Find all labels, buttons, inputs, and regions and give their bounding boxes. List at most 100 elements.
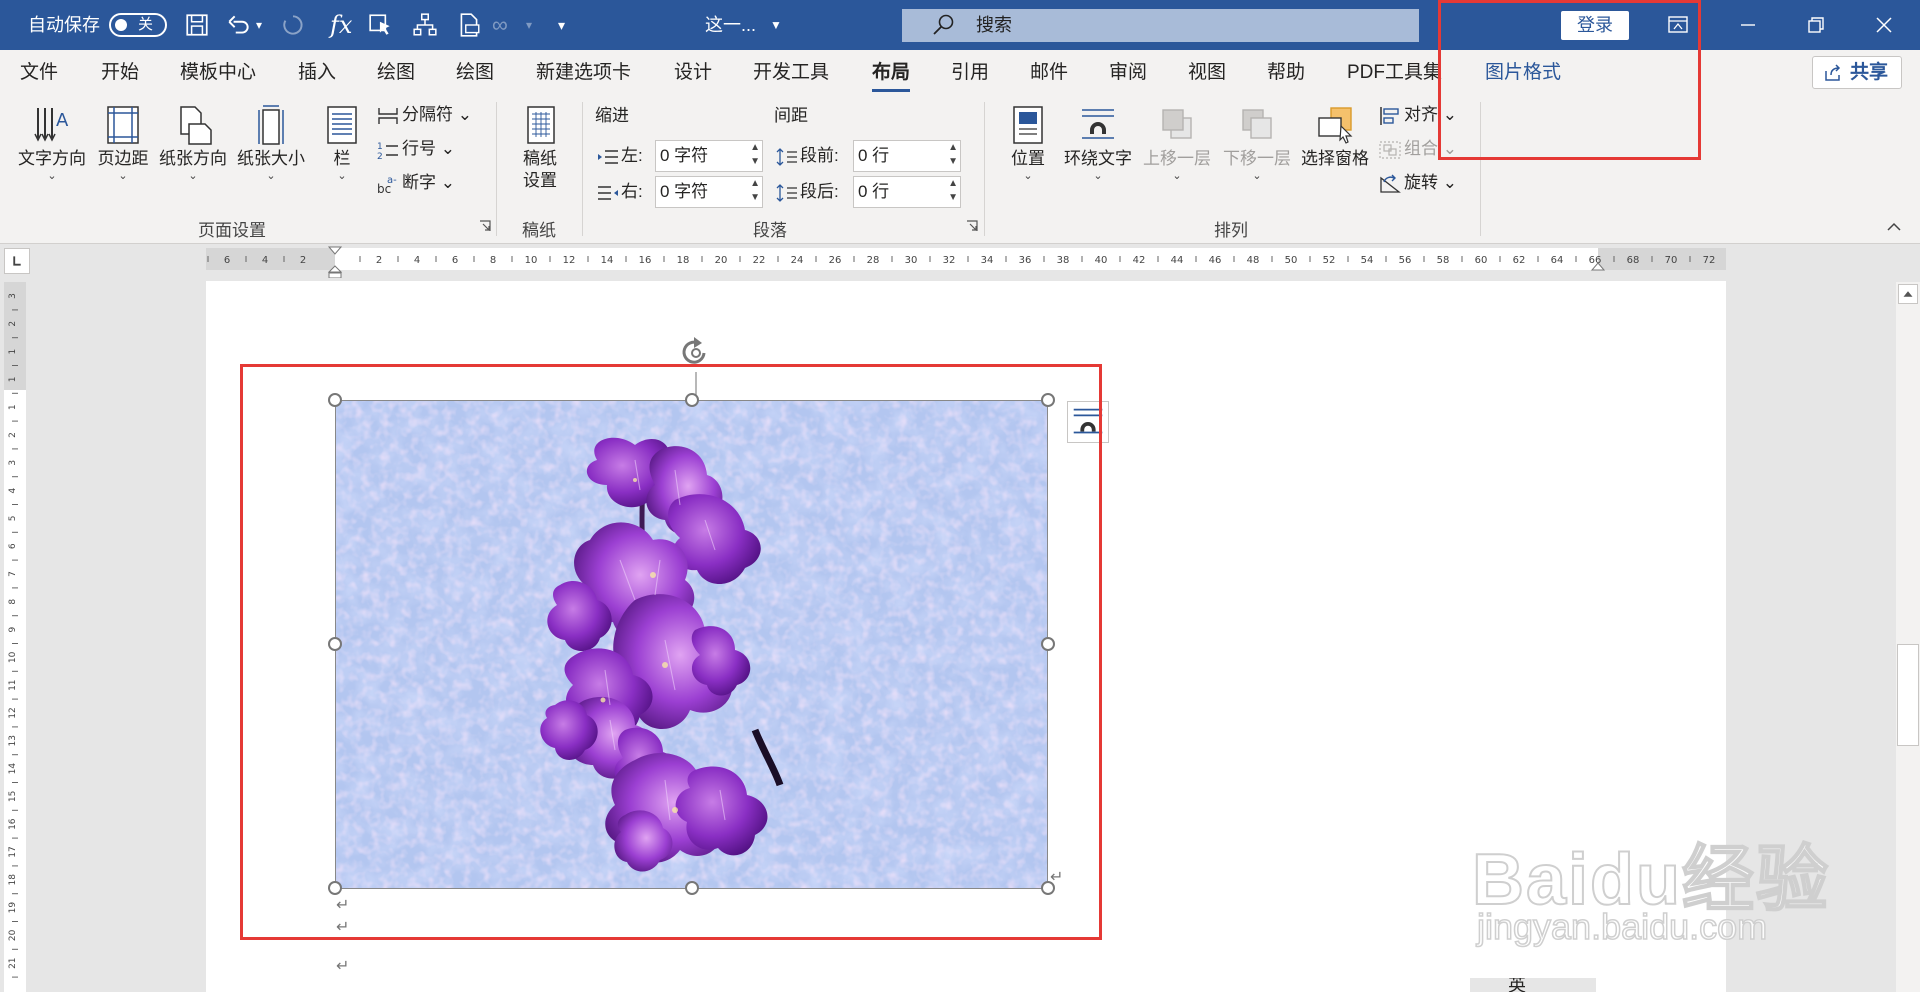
ruler-tick-label: 40 [1095, 255, 1108, 266]
spin-arrows-icon[interactable]: ▲ ▼ [948, 141, 958, 169]
ruler-tick-label: 16 [8, 818, 18, 830]
scroll-up-icon [1903, 291, 1913, 297]
ruler-tick-label: 50 [1285, 255, 1298, 266]
tab-file[interactable]: 文件 [20, 60, 58, 86]
hyphenation-button[interactable]: bc a- 断字 ⌄ [376, 171, 455, 195]
orientation-button[interactable]: 纸张方向 ⌄ [156, 104, 230, 182]
formula-icon[interactable]: fx [330, 0, 352, 50]
scrollbar-thumb[interactable] [1897, 644, 1919, 746]
document-title[interactable]: 这一... [705, 0, 756, 50]
tab-draw[interactable]: 绘图 [377, 60, 415, 86]
wrap-text-button[interactable]: 环绕文字 ⌄ [1058, 104, 1138, 182]
ruler-tick-label: 62 [1513, 255, 1526, 266]
tab-review[interactable]: 审阅 [1109, 60, 1147, 86]
document-export-icon[interactable] [456, 12, 482, 38]
send-backward-label: 下移一层 [1223, 149, 1291, 168]
indent-left-input[interactable]: 0 字符 ▲ ▼ [655, 140, 763, 172]
undo-icon[interactable] [226, 12, 252, 38]
tab-mailings[interactable]: 邮件 [1030, 60, 1068, 86]
margins-button[interactable]: 页边距 ⌄ [94, 104, 152, 182]
ruler-tick-label: 14 [8, 763, 18, 775]
size-label: 纸张大小 [237, 149, 305, 168]
autosave-toggle[interactable]: 关 [109, 13, 167, 37]
indent-right-input[interactable]: 0 字符 ▲ ▼ [655, 176, 763, 208]
ruler-tick-label: 1 [8, 404, 18, 410]
customize-toolbar-icon[interactable]: ▾ [558, 0, 565, 50]
ruler-tick-label: 70 [1665, 255, 1678, 266]
position-label: 位置 [1011, 149, 1045, 168]
ruler-tick-label: 52 [1323, 255, 1336, 266]
collapse-ribbon-icon[interactable] [1886, 220, 1902, 232]
tab-view[interactable]: 视图 [1188, 60, 1226, 86]
share-button[interactable]: 共享 [1812, 56, 1902, 89]
ruler-tick-label: 4 [414, 255, 420, 266]
ruler-tick-label: 58 [1437, 255, 1450, 266]
title-dropdown-icon[interactable]: ▼ [770, 0, 782, 50]
text-direction-button[interactable]: A 文字方向 ⌄ [12, 104, 92, 182]
tab-help[interactable]: 帮助 [1267, 60, 1305, 86]
vertical-scrollbar[interactable] [1896, 282, 1920, 992]
group-separator [582, 102, 583, 236]
ruler-tick-label: 64 [1551, 255, 1564, 266]
manuscript-settings-button[interactable]: 稿纸 设置 [508, 104, 572, 192]
position-icon [1013, 106, 1043, 144]
select-object-icon[interactable] [368, 12, 394, 38]
spin-arrows-icon[interactable]: ▲ ▼ [750, 141, 760, 169]
hyphenation-icon: bca- [377, 175, 397, 194]
tab-pdf-tools[interactable]: PDF工具集 [1347, 60, 1442, 86]
spacing-after-input[interactable]: 0 行 ▲ ▼ [853, 176, 961, 208]
columns-button[interactable]: 栏 ⌄ [318, 104, 366, 182]
tab-design[interactable]: 设计 [674, 60, 712, 86]
ruler-tick-label: 19 [8, 902, 18, 914]
indent-right-text: 右: [621, 182, 643, 201]
ruler-tick-label: 1 [8, 349, 18, 355]
search-box[interactable]: 搜索 [902, 9, 1419, 42]
ruler-tick-label: 38 [1057, 255, 1070, 266]
tab-home[interactable]: 开始 [101, 60, 139, 86]
scroll-up-button[interactable] [1898, 284, 1918, 304]
tab-template-center[interactable]: 模板中心 [180, 60, 256, 86]
close-icon[interactable] [1854, 0, 1914, 50]
tab-developer[interactable]: 开发工具 [753, 60, 829, 86]
horizontal-ruler-scale: 6 4 2 2 4 6 8 10 12 14 16 18 20 22 24 26 28 30 32 34 36 38 40 4… [207, 255, 1715, 266]
chevron-down-icon: ⌄ [1252, 170, 1262, 182]
minimize-icon[interactable] [1718, 0, 1778, 50]
tab-draw-2[interactable]: 绘图 [456, 60, 494, 86]
spacing-before-input[interactable]: 0 行 ▲ ▼ [853, 140, 961, 172]
spacing-before-label: 段前: [776, 140, 839, 172]
save-icon[interactable] [184, 12, 210, 38]
paragraph-launcher-icon[interactable] [966, 220, 978, 232]
ruler-tick-label: 32 [943, 255, 956, 266]
selection-pane-button[interactable]: 选择窗格 [1296, 104, 1374, 170]
indent-marker-icon[interactable] [328, 246, 342, 278]
undo-dropdown-icon[interactable]: ▾ [256, 0, 262, 50]
line-numbers-icon: 12 [377, 142, 398, 160]
paragraph-group-label: 段落 [753, 221, 787, 240]
tab-layout[interactable]: 布局 [872, 60, 911, 92]
orientation-icon [180, 106, 212, 145]
spin-arrows-icon[interactable]: ▲ ▼ [750, 177, 760, 205]
tab-new-tab[interactable]: 新建选项卡 [536, 60, 631, 86]
breaks-button[interactable]: 分隔符 ⌄ [376, 103, 472, 127]
chevron-down-icon: ⌄ [47, 170, 57, 182]
spin-arrows-icon[interactable]: ▲ ▼ [948, 177, 958, 205]
ime-indicator[interactable]: 英 [1508, 978, 1526, 992]
size-button[interactable]: 纸张大小 ⌄ [234, 104, 308, 182]
text-direction-label: 文字方向 [18, 149, 86, 168]
tab-references[interactable]: 引用 [951, 60, 989, 86]
position-button[interactable]: 位置 ⌄ [1000, 104, 1056, 182]
horizontal-ruler[interactable]: 6 4 2 2 4 6 8 10 12 14 16 18 20 22 24 26 28 30 32 34 36 38 40 4… [206, 246, 1726, 278]
org-chart-icon[interactable] [412, 12, 438, 38]
toggle-knob [115, 19, 127, 31]
line-numbers-button[interactable]: 1 2 行号 ⌄ [376, 137, 455, 161]
tab-selector[interactable] [4, 248, 30, 274]
svg-text:1: 1 [377, 142, 383, 152]
vertical-ruler[interactable]: 3 2 1 1 1 2 3 4 5 6 7 8 9 10 11 12 13 14 15 16 17 18 19 20 21 [4, 282, 26, 992]
page-setup-launcher-icon[interactable] [479, 220, 491, 232]
spacing-after-label: 段后: [776, 176, 839, 208]
restore-icon[interactable] [1786, 0, 1846, 50]
ruler-tick-label: 16 [639, 255, 652, 266]
tab-insert[interactable]: 插入 [298, 60, 336, 86]
rotate-button[interactable]: 旋转 ⌄ [1378, 171, 1457, 195]
right-indent-marker-icon[interactable] [1591, 262, 1605, 272]
